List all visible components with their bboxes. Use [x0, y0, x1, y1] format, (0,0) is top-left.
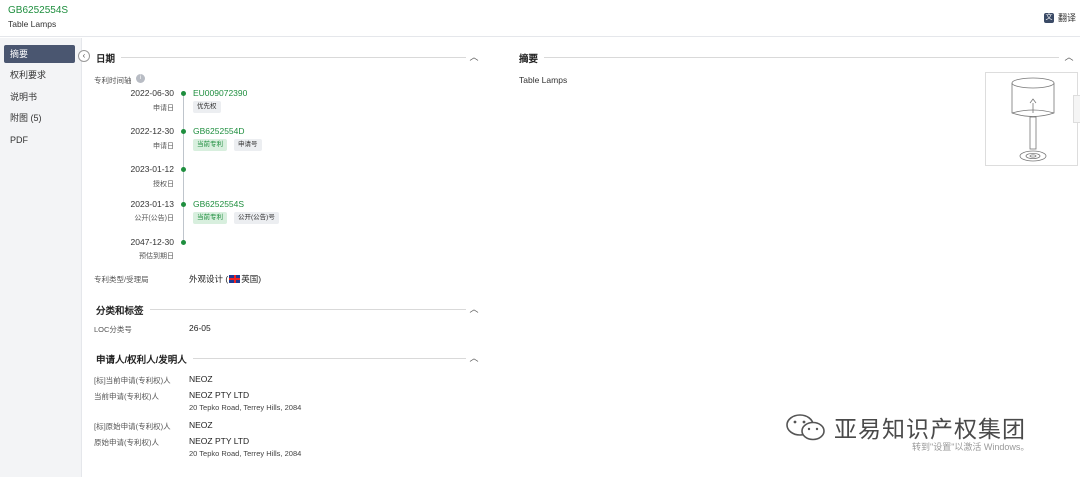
patent-type-text: 外观设计 (	[189, 274, 229, 284]
tag-current-patent: 当前专利	[193, 139, 227, 151]
uk-flag-icon	[229, 275, 241, 283]
timeline-date: 2023-01-12	[130, 164, 174, 174]
abstract-section-title: 摘要	[519, 51, 545, 65]
chevron-up-icon[interactable]: ︿	[1064, 52, 1074, 62]
drawing-panel-handle[interactable]	[1073, 95, 1080, 123]
timeline-link[interactable]: EU009072390	[193, 88, 247, 98]
sidebar-item-description[interactable]: 说明书	[4, 88, 75, 106]
info-icon[interactable]: i	[136, 74, 145, 83]
applicant-label: 原始申请(专利权)人	[94, 438, 159, 447]
translate-label: 翻译	[1057, 13, 1076, 23]
timeline-date: 2022-12-30	[130, 126, 174, 136]
applicant-value[interactable]: NEOZ	[189, 374, 213, 384]
timeline-dot	[181, 202, 186, 207]
patent-number: GB6252554S	[8, 5, 69, 16]
applicant-label: [标]原始申请(专利权)人	[94, 422, 171, 431]
sidebar-item-abstract[interactable]: 摘要	[4, 45, 75, 63]
applicant-address: 20 Tepko Road, Terrey Hills, 2084	[189, 449, 302, 458]
applicant-label: [标]当前申请(专利权)人	[94, 376, 171, 385]
dates-section-title: 日期	[96, 51, 122, 65]
tag-publication-number: 公开(公告)号	[234, 212, 279, 224]
table-lamp-drawing	[1011, 77, 1055, 162]
timeline-dot	[181, 240, 186, 245]
timeline-date-type: 授权日	[153, 181, 174, 188]
applicant-address: 20 Tepko Road, Terrey Hills, 2084	[189, 403, 302, 412]
loc-label: LOC分类号	[94, 325, 132, 334]
patent-title: Table Lamps	[8, 19, 57, 29]
timeline-date-type: 申请日	[153, 105, 174, 112]
applicant-value[interactable]: NEOZ	[189, 420, 213, 430]
tag-current-patent: 当前专利	[193, 212, 227, 224]
translate-icon: 文	[1043, 12, 1054, 23]
applicant-value[interactable]: NEOZ PTY LTD	[189, 436, 249, 446]
top-bar: GB6252554S Table Lamps 文 翻译	[0, 0, 1080, 37]
sidebar-item-drawings[interactable]: 附图 (5)	[4, 109, 75, 127]
tag-application-number: 申请号	[234, 139, 262, 151]
patent-type-value: 外观设计 ( 英国)	[189, 273, 261, 285]
timeline-date-type: 申请日	[153, 143, 174, 150]
watermark-text: 亚易知识产权集团	[834, 417, 1026, 443]
section-divider	[96, 57, 466, 58]
timeline-dot	[181, 91, 186, 96]
applicant-section-title: 申请人/权利人/发明人	[96, 352, 193, 366]
timeline-date: 2047-12-30	[130, 237, 174, 247]
sidebar-item-pdf[interactable]: PDF	[4, 131, 75, 149]
timeline-date: 2023-01-13	[130, 199, 174, 209]
timeline-label: 专利时间轴	[94, 76, 132, 85]
timeline-dot	[181, 129, 186, 134]
wechat-icon	[786, 414, 825, 441]
timeline-link[interactable]: GB6252554D	[193, 126, 245, 136]
loc-value: 26-05	[189, 323, 211, 333]
section-divider	[519, 57, 1059, 58]
classification-section-title: 分类和标签	[96, 303, 150, 317]
timeline-date-type: 公开(公告)日	[134, 215, 174, 222]
section-divider	[96, 309, 466, 310]
sidebar-item-claims[interactable]: 权利要求	[4, 66, 75, 84]
watermark: 亚易知识产权集团	[784, 410, 1026, 444]
abstract-text: Table Lamps	[519, 75, 568, 85]
collapse-sidebar-button[interactable]: ‹	[78, 50, 90, 62]
patent-type-label: 专利类型/受理局	[94, 275, 149, 284]
chevron-up-icon[interactable]: ︿	[469, 304, 479, 314]
tag-priority: 优先权	[193, 101, 221, 113]
timeline-date: 2022-06-30	[130, 88, 174, 98]
timeline-dot	[181, 167, 186, 172]
applicant-value[interactable]: NEOZ PTY LTD	[189, 390, 249, 400]
sidebar: 摘要 权利要求 说明书 附图 (5) PDF	[0, 38, 82, 477]
timeline-link[interactable]: GB6252554S	[193, 199, 244, 209]
activate-windows-notice: 转到"设置"以激活 Windows。	[912, 442, 1030, 452]
chevron-up-icon[interactable]: ︿	[469, 353, 479, 363]
applicant-label: 当前申请(专利权)人	[94, 392, 159, 401]
translate-button[interactable]: 文 翻译	[1043, 11, 1076, 24]
timeline-date-type: 预估到期日	[139, 253, 174, 260]
chevron-up-icon[interactable]: ︿	[469, 52, 479, 62]
patent-type-close: )	[258, 274, 262, 284]
patent-office-country: 英国	[241, 274, 259, 284]
patent-drawing-thumbnail[interactable]	[985, 72, 1078, 166]
